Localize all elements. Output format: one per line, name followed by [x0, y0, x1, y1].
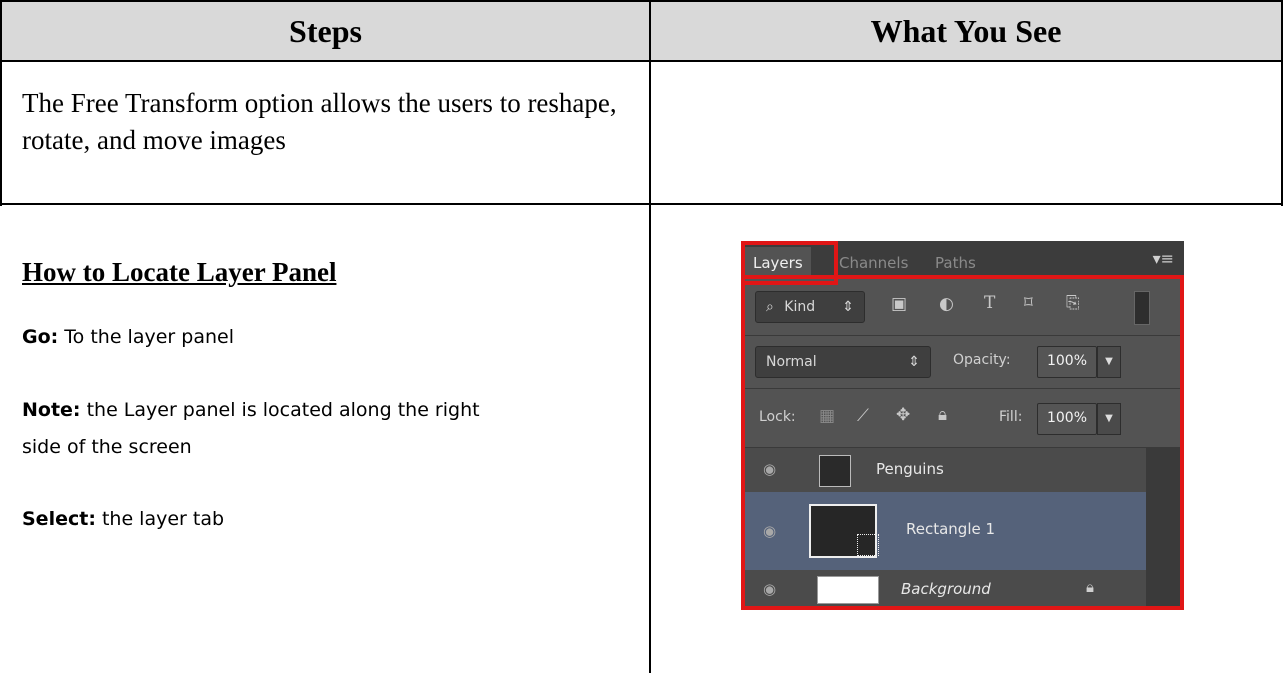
- header-steps: Steps: [2, 2, 649, 60]
- go-text: To the layer panel: [58, 326, 234, 348]
- row1-bottom-border: [0, 203, 1283, 205]
- select-text: the layer tab: [95, 508, 225, 530]
- go-step: Go: To the layer panel: [22, 319, 234, 356]
- highlight-panel-body: [741, 275, 1184, 610]
- header-what-you-see: What You See: [651, 2, 1281, 60]
- instruction-table: Steps What You See The Free Transform op…: [0, 0, 1283, 673]
- note-text-2: side of the screen: [22, 436, 192, 458]
- section-title: How to Locate Layer Panel: [22, 257, 337, 287]
- select-label: Select:: [22, 508, 96, 530]
- header-bottom-border: [0, 60, 1283, 62]
- intro-text: The Free Transform option allows the use…: [22, 88, 617, 155]
- select-step: Select: the layer tab: [22, 501, 224, 538]
- column-divider: [649, 0, 651, 673]
- note-text-1: the Layer panel is located along the rig…: [80, 399, 480, 421]
- go-label: Go:: [22, 326, 59, 348]
- note-step: Note: the Layer panel is located along t…: [22, 392, 480, 466]
- note-label: Note:: [22, 399, 81, 421]
- panel-menu-icon[interactable]: ▾≡: [1153, 249, 1174, 268]
